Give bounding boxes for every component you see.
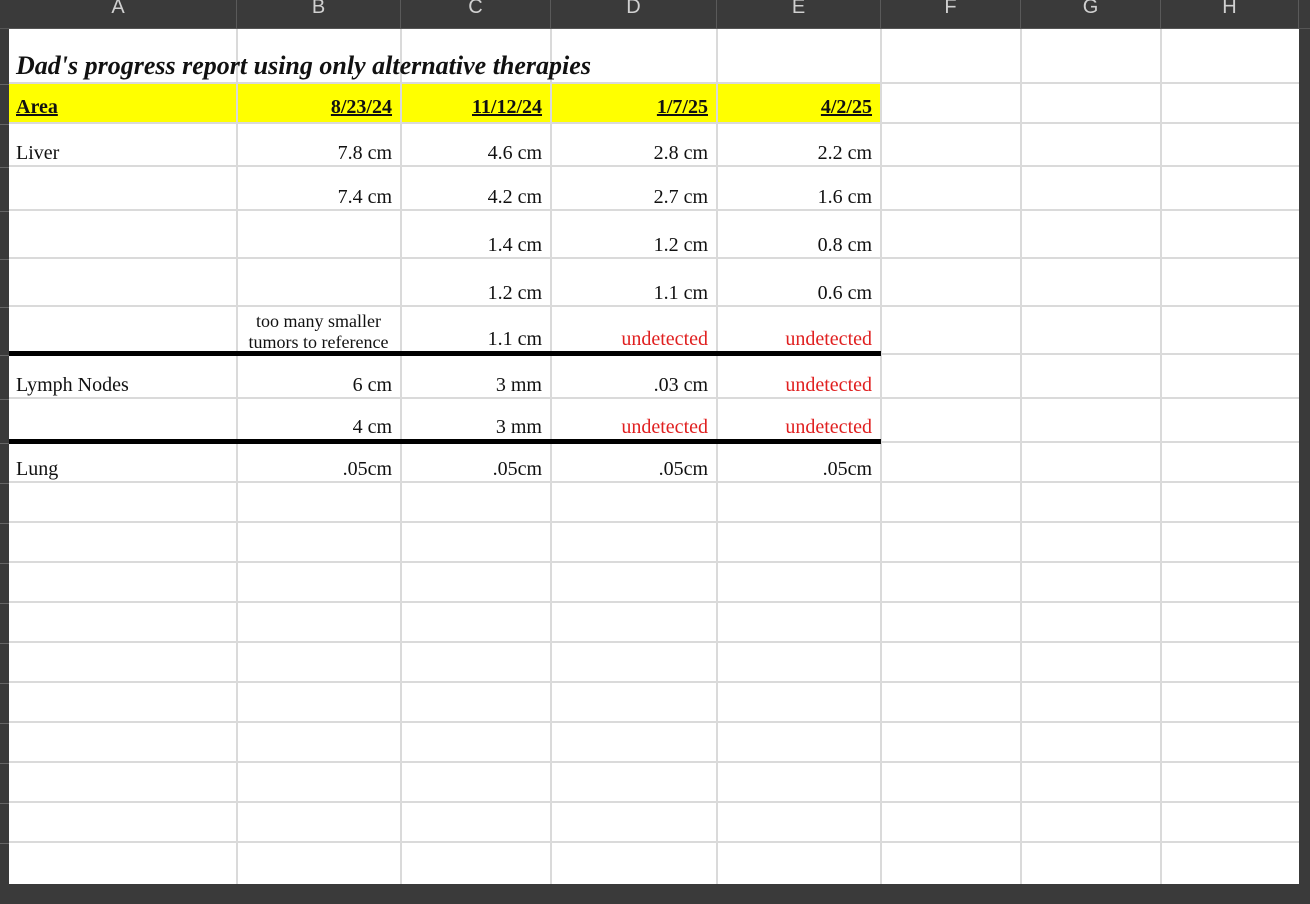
row-divider <box>0 803 9 804</box>
header-date-4[interactable]: 4/2/25 <box>718 83 880 122</box>
row-divider <box>0 563 9 564</box>
row-divider <box>0 84 9 85</box>
gridline <box>9 761 1299 763</box>
cell-value[interactable]: 4 cm <box>238 399 400 439</box>
row-divider <box>0 483 9 484</box>
cell-area[interactable]: Lymph Nodes <box>9 356 236 397</box>
gridline <box>9 641 1299 643</box>
cell-area[interactable] <box>9 399 236 439</box>
column-header-a[interactable]: A <box>0 0 237 29</box>
row-divider <box>0 523 9 524</box>
column-header-c[interactable]: C <box>401 0 551 29</box>
gridline <box>1020 29 1022 884</box>
cell-area[interactable] <box>9 307 236 351</box>
cell-value[interactable]: 1.6 cm <box>718 167 880 209</box>
cell-value[interactable]: 4.6 cm <box>402 124 550 165</box>
row-divider <box>0 763 9 764</box>
cell-value[interactable]: 2.8 cm <box>552 124 716 165</box>
cell-value[interactable]: 4.2 cm <box>402 167 550 209</box>
gridline <box>9 561 1299 563</box>
cell-value-undetected[interactable]: undetected <box>552 399 716 439</box>
row-divider <box>0 124 9 125</box>
cell-value[interactable]: 0.6 cm <box>718 259 880 305</box>
cell-value[interactable]: .05cm <box>552 444 716 481</box>
row-divider <box>0 399 9 400</box>
gridline <box>9 841 1299 843</box>
cell-note[interactable]: too many smaller tumors to reference <box>237 305 400 353</box>
row-divider <box>0 843 9 844</box>
row-divider <box>0 259 9 260</box>
row-divider <box>0 603 9 604</box>
cell-value-undetected[interactable]: undetected <box>718 356 880 397</box>
column-header-f[interactable]: F <box>881 0 1021 29</box>
cell-value[interactable]: .03 cm <box>552 356 716 397</box>
cell-value[interactable]: 1.4 cm <box>402 211 550 257</box>
right-edge-strip <box>1299 29 1310 884</box>
column-header-e[interactable]: E <box>717 0 881 29</box>
cell-value[interactable]: 1.1 cm <box>552 259 716 305</box>
row-divider <box>0 723 9 724</box>
cell-value[interactable]: .05cm <box>718 444 880 481</box>
gridline <box>9 521 1299 523</box>
cell-area[interactable] <box>9 167 236 209</box>
column-header-d[interactable]: D <box>551 0 717 29</box>
row-divider <box>0 211 9 212</box>
row-divider <box>0 307 9 308</box>
cell-value[interactable]: 3 mm <box>402 399 550 439</box>
gridline <box>9 801 1299 803</box>
bottom-edge-strip <box>0 884 1310 904</box>
row-header-strip <box>0 29 9 884</box>
cell-area[interactable] <box>9 211 236 257</box>
row-divider <box>0 683 9 684</box>
cell-value[interactable]: 7.4 cm <box>238 167 400 209</box>
cell-area[interactable]: Lung <box>9 444 236 481</box>
cell-value[interactable]: .05cm <box>402 444 550 481</box>
header-date-3[interactable]: 1/7/25 <box>552 83 716 122</box>
header-area[interactable]: Area <box>9 83 236 122</box>
column-header-g[interactable]: G <box>1021 0 1161 29</box>
header-date-1[interactable]: 8/23/24 <box>238 83 400 122</box>
cell-value[interactable]: .05cm <box>238 444 400 481</box>
header-date-2[interactable]: 11/12/24 <box>402 83 550 122</box>
gridline <box>9 481 1299 483</box>
cell-value[interactable]: 1.2 cm <box>552 211 716 257</box>
column-header-bar: A B C D E F G H <box>0 0 1310 29</box>
column-header-h[interactable]: H <box>1161 0 1299 29</box>
cell-area[interactable] <box>9 259 236 305</box>
sheet-title[interactable]: Dad's progress report using only alterna… <box>9 29 716 81</box>
cell-value[interactable]: 2.7 cm <box>552 167 716 209</box>
cell-value-undetected[interactable]: undetected <box>718 399 880 439</box>
gridline <box>9 721 1299 723</box>
row-divider <box>0 167 9 168</box>
cell-value[interactable]: 0.8 cm <box>718 211 880 257</box>
cell-value-undetected[interactable]: undetected <box>718 307 880 351</box>
gridline <box>1160 29 1162 884</box>
cell-value[interactable]: 1.1 cm <box>402 307 550 351</box>
cell-value[interactable]: 6 cm <box>238 356 400 397</box>
cell-value-undetected[interactable]: undetected <box>552 307 716 351</box>
cell-value[interactable]: 3 mm <box>402 356 550 397</box>
row-divider <box>0 355 9 356</box>
cell-value[interactable]: 7.8 cm <box>238 124 400 165</box>
column-header-b[interactable]: B <box>237 0 401 29</box>
row-divider <box>0 643 9 644</box>
cell-value[interactable]: 1.2 cm <box>402 259 550 305</box>
cell-value[interactable]: 2.2 cm <box>718 124 880 165</box>
gridline <box>9 681 1299 683</box>
gridline <box>880 29 882 884</box>
spreadsheet-grid[interactable]: Dad's progress report using only alterna… <box>9 29 1299 884</box>
cell-area[interactable]: Liver <box>9 124 236 165</box>
row-divider <box>0 443 9 444</box>
gridline <box>9 601 1299 603</box>
